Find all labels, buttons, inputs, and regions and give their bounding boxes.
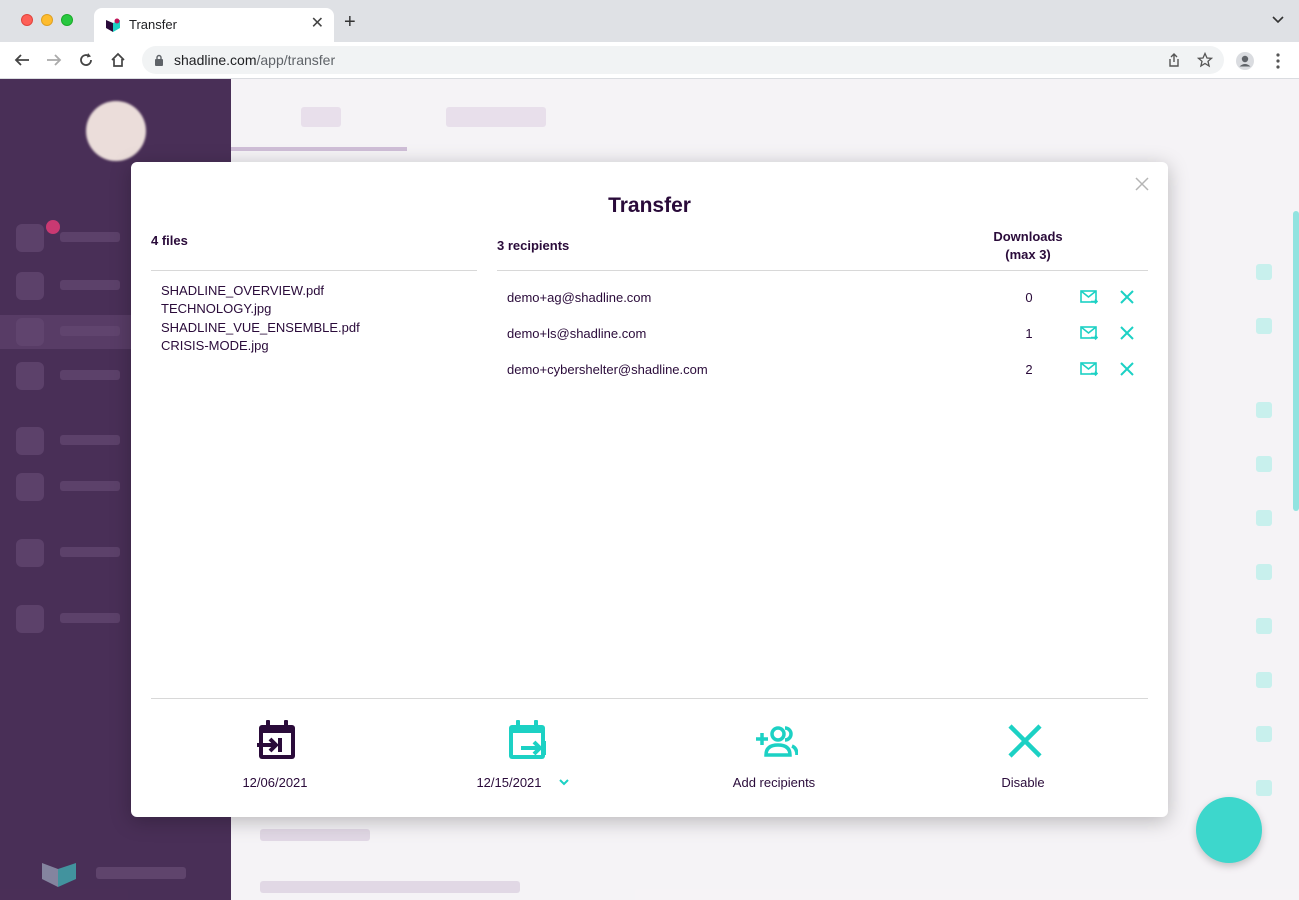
resend-mail-icon[interactable] (1080, 288, 1098, 306)
tab-title: Transfer (129, 17, 177, 32)
file-item: CRISIS-MODE.jpg (161, 337, 269, 353)
chevron-down-icon[interactable] (557, 775, 571, 789)
divider (151, 698, 1148, 699)
file-item: SHADLINE_VUE_ENSEMBLE.pdf (161, 319, 360, 335)
recipient-row: demo+ag@shadline.com 0 (497, 286, 1148, 310)
disable-label: Disable (1001, 775, 1045, 790)
window-minimize-button[interactable] (41, 14, 53, 26)
recipient-email: demo+ls@shadline.com (507, 326, 647, 341)
share-icon[interactable] (1166, 52, 1182, 68)
transfer-modal: Transfer 4 files SHADLINE_OVERVIEW.pdf T… (131, 162, 1168, 817)
tab-close-icon[interactable]: ✕ (311, 15, 324, 33)
end-date-button[interactable]: 12/15/2021 (445, 719, 605, 799)
close-icon[interactable] (1134, 176, 1150, 192)
file-item: SHADLINE_OVERVIEW.pdf (161, 283, 325, 298)
browser-tab-bar: Transfer ✕ + (0, 0, 1299, 42)
recipient-email: demo+ag@shadline.com (507, 290, 652, 305)
home-icon[interactable] (109, 51, 127, 69)
files-header: 4 files (151, 233, 188, 248)
calendar-end-icon (509, 720, 546, 759)
close-x-icon (1008, 724, 1042, 758)
window-close-button[interactable] (21, 14, 33, 26)
browser-menu-icon[interactable] (1268, 51, 1288, 71)
start-date-button[interactable]: 12/06/2021 (195, 719, 355, 799)
recipient-row: demo+ls@shadline.com 1 (497, 322, 1148, 346)
recipient-download-count: 2 (1025, 362, 1033, 377)
disable-button[interactable]: Disable (943, 719, 1103, 799)
new-tab-button[interactable]: + (344, 12, 356, 32)
recipient-email: demo+cybershelter@shadline.com (507, 362, 708, 377)
back-arrow-icon[interactable] (13, 51, 31, 69)
forward-arrow-icon[interactable] (45, 51, 63, 69)
remove-recipient-icon[interactable] (1119, 361, 1135, 377)
reload-icon[interactable] (77, 51, 95, 69)
recipient-download-count: 0 (1025, 290, 1033, 305)
tab-search-chevron-icon[interactable] (1271, 13, 1285, 27)
add-recipients-label: Add recipients (732, 775, 816, 790)
divider (151, 270, 477, 271)
file-list: SHADLINE_OVERVIEW.pdf TECHNOLOGY.jpg SHA… (161, 282, 360, 355)
address-bar[interactable]: shadline.com/app/transfer (142, 46, 1224, 74)
recipient-download-count: 1 (1025, 326, 1033, 341)
url-text: shadline.com/app/transfer (174, 52, 336, 68)
browser-toolbar: shadline.com/app/transfer (0, 42, 1299, 79)
resend-mail-icon[interactable] (1080, 324, 1098, 342)
file-item: TECHNOLOGY.jpg (161, 301, 272, 317)
remove-recipient-icon[interactable] (1119, 289, 1135, 305)
remove-recipient-icon[interactable] (1119, 325, 1135, 341)
modal-title: Transfer (608, 194, 691, 217)
recipients-header: 3 recipients (497, 238, 570, 253)
downloads-header: Downloads (max 3) (993, 229, 1063, 262)
profile-avatar-icon[interactable] (1235, 51, 1255, 71)
recipient-row: demo+cybershelter@shadline.com 2 (497, 358, 1148, 382)
divider (497, 270, 1148, 271)
start-date-label: 12/06/2021 (242, 775, 308, 790)
resend-mail-icon[interactable] (1080, 360, 1098, 378)
bookmark-star-icon[interactable] (1197, 52, 1213, 68)
window-maximize-button[interactable] (61, 14, 73, 26)
calendar-start-icon (257, 720, 295, 759)
add-people-icon (756, 726, 798, 757)
browser-tab[interactable]: Transfer ✕ (94, 8, 334, 42)
shadline-favicon-icon (106, 18, 120, 32)
add-recipients-button[interactable]: Add recipients (694, 719, 854, 799)
lock-icon (155, 54, 163, 66)
